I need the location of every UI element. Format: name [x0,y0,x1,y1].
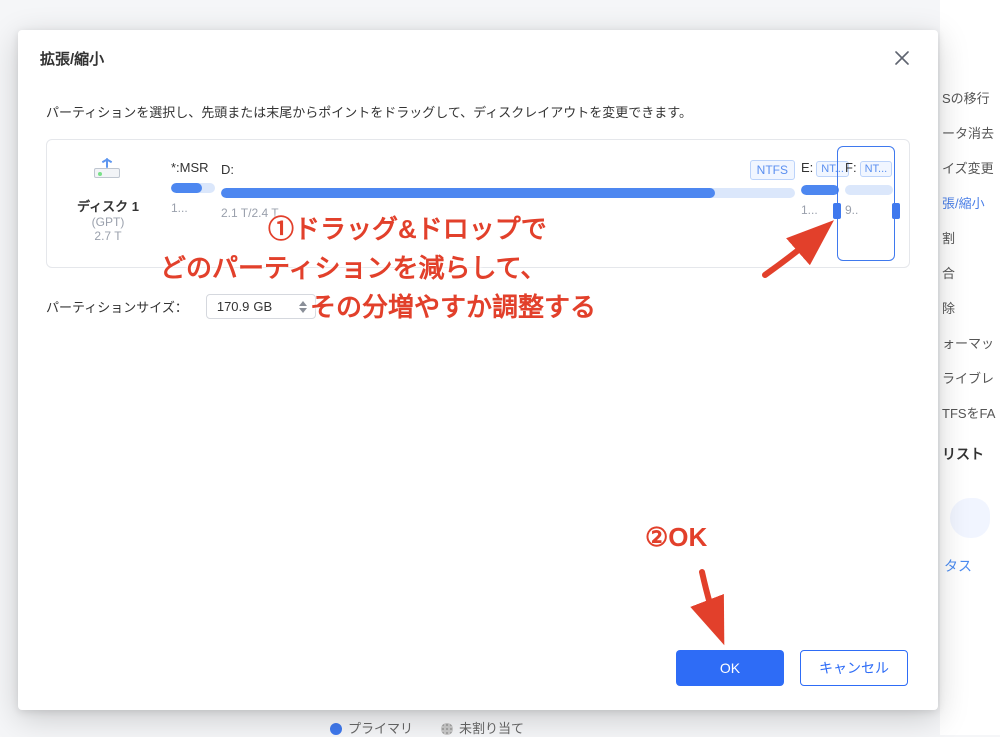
instruction-text: パーティションを選択し、先頭または末尾からポイントをドラッグして、ディスクレイア… [46,102,910,121]
size-label: パーティションサイズ： [46,297,188,316]
cancel-button[interactable]: キャンセル [800,650,908,686]
partitions-row[interactable]: *:MSR 1... D: NTFS 2.1 T/2.4 T E: [171,160,893,243]
bg-list-title: リスト [940,430,1000,472]
partition-f-bar[interactable] [845,185,893,195]
bg-task-link: タス [940,548,1000,584]
ok-button-label: OK [720,660,740,676]
partition-f-fs: NT... [860,161,893,177]
bg-item: ライブレ [940,360,1000,395]
bg-item: ォーマッ [940,325,1000,360]
partition-d-value: 2.1 T/2.4 T [221,206,795,220]
bg-item: TFSをFA [940,395,1000,430]
partition-f-label: F: [845,160,857,175]
bg-item-active: 張/縮小 [940,185,1000,220]
sidebar-background: Sの移行 ータ消去 イズ変更 張/縮小 割 合 除 ォーマッ ライブレ TFSを… [940,0,1000,735]
stepper-down-icon[interactable] [299,308,307,313]
partition-e-bar[interactable] [801,185,839,195]
size-input[interactable]: 170.9 GB [206,294,316,319]
partition-e[interactable]: E: NT... 1... [801,160,839,217]
disk-info: ディスク 1 (GPT) 2.7 T [63,160,153,243]
stepper-up-icon[interactable] [299,301,307,306]
bg-placeholder [940,488,1000,548]
partition-d-label: D: [221,162,234,177]
drag-handle-right[interactable] [892,203,900,219]
disk-icon [94,168,122,188]
size-value: 170.9 [217,299,250,314]
partition-msr-bar[interactable] [171,183,215,193]
bg-item: 除 [940,290,1000,325]
resize-dialog: 拡張/縮小 パーティションを選択し、先頭または末尾からポイントをドラッグして、デ… [18,30,938,710]
partition-msr-label: *:MSR [171,160,209,175]
bg-item: 合 [940,255,1000,290]
partition-msr[interactable]: *:MSR 1... [171,160,215,215]
bg-item: 割 [940,220,1000,255]
partition-f[interactable]: F: NT... 9.. [845,160,893,217]
disk-type: (GPT) [92,215,125,229]
close-icon [895,51,909,65]
size-stepper[interactable] [297,301,311,313]
partition-e-value: 1... [801,203,839,217]
partition-d-bar[interactable] [221,188,795,198]
partition-f-value: 9.. [845,203,893,217]
disk-size: 2.7 T [94,229,121,243]
legend-primary-label: プライマリ [348,721,413,736]
dialog-title: 拡張/縮小 [40,48,104,69]
bg-item: Sの移行 [940,80,1000,115]
partition-msr-value: 1... [171,201,215,215]
legend: プライマリ 未割り当て [330,718,524,737]
partition-e-label: E: [801,160,813,175]
partition-d[interactable]: D: NTFS 2.1 T/2.4 T [221,160,795,220]
disk-name: ディスク 1 [77,196,139,215]
legend-unalloc-dot [441,723,453,735]
bg-item: ータ消去 [940,115,1000,150]
partition-d-fs: NTFS [750,160,795,180]
size-unit: GB [253,299,272,314]
close-button[interactable] [888,44,916,72]
bg-item: イズ変更 [940,150,1000,185]
ok-button[interactable]: OK [676,650,784,686]
cancel-button-label: キャンセル [819,658,889,678]
legend-unalloc-label: 未割り当て [459,721,524,736]
partition-layout: ディスク 1 (GPT) 2.7 T *:MSR 1... D: NTFS [46,139,910,268]
legend-primary-dot [330,723,342,735]
